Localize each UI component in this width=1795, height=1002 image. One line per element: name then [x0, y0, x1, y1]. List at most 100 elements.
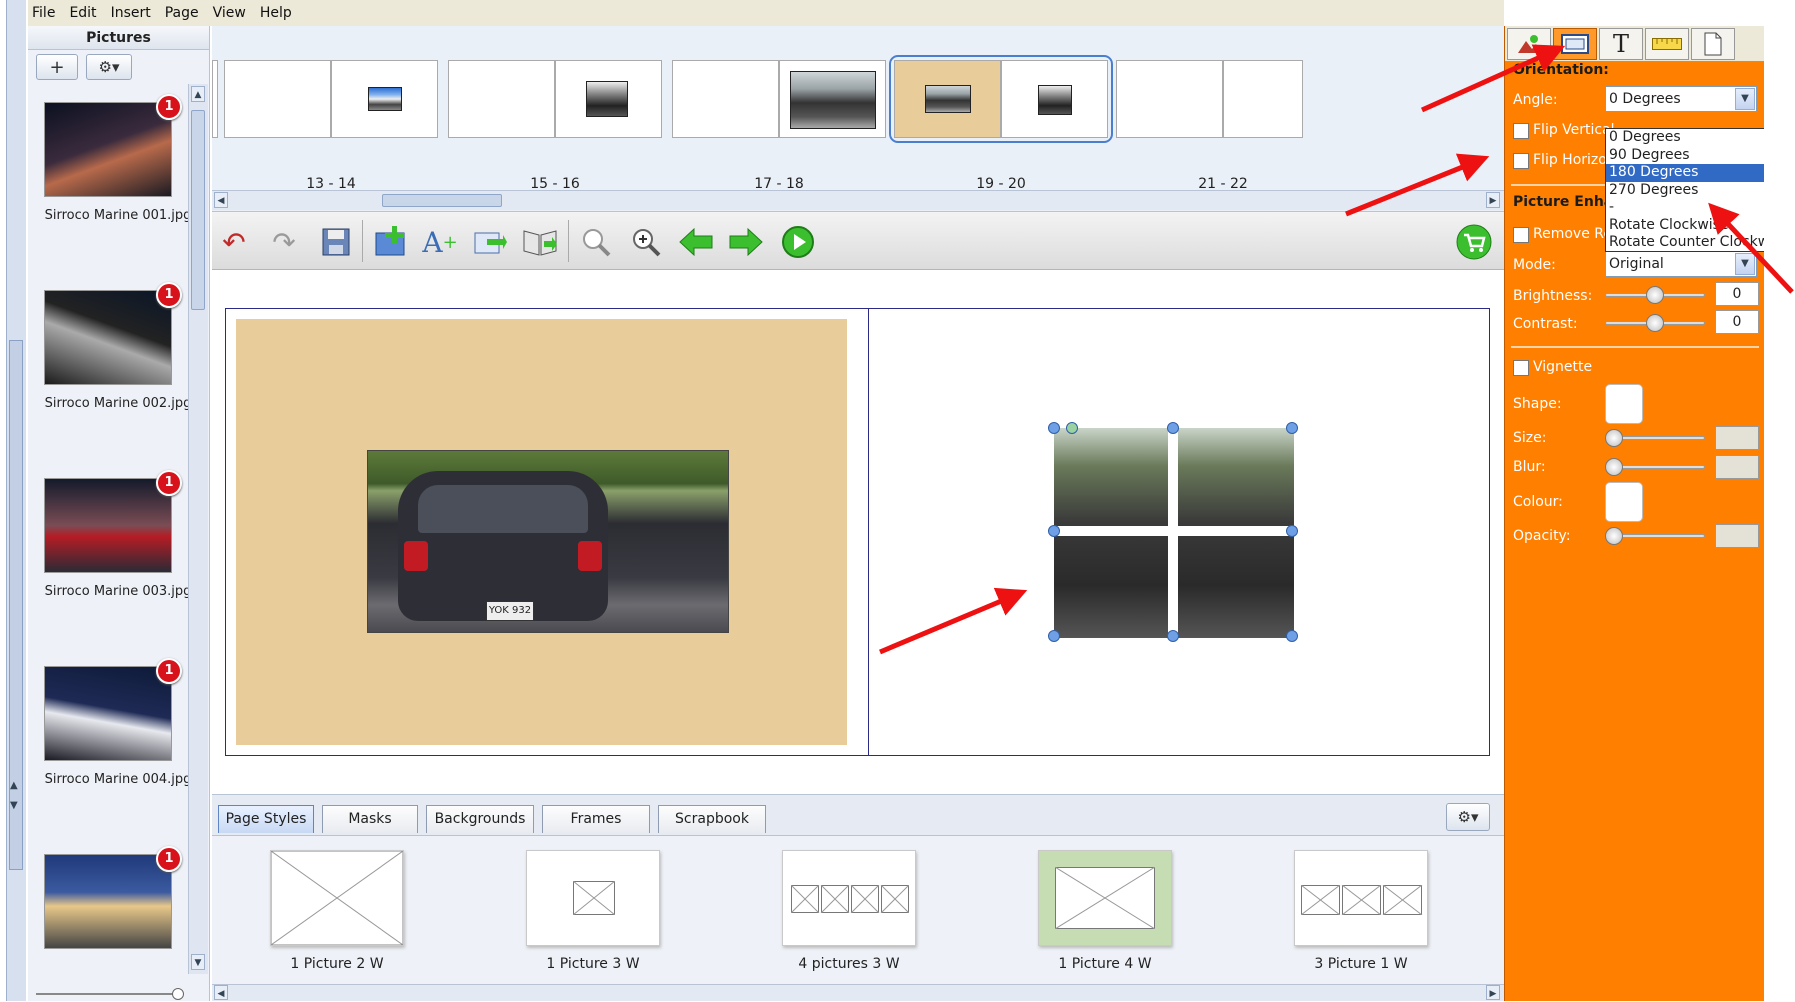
shape-swatch[interactable] [1605, 384, 1643, 424]
chevron-down-icon[interactable]: ▼ [1735, 253, 1755, 275]
strip-scrollbar-thumb[interactable] [382, 194, 502, 207]
next-page-icon[interactable] [726, 222, 766, 262]
picture-thumbnail[interactable] [44, 102, 172, 197]
resize-handle[interactable] [1048, 630, 1060, 642]
picture-item[interactable]: 1 Sirroco Marine 003.jpg [28, 460, 188, 648]
flip-vertical-checkbox[interactable] [1513, 123, 1529, 139]
angle-option-0[interactable]: 0 Degrees [1606, 129, 1764, 147]
slider-knob[interactable] [1646, 286, 1664, 304]
menu-help[interactable]: Help [260, 5, 292, 21]
picture-thumbnail[interactable] [44, 854, 172, 949]
mode-select[interactable]: Original ▼ [1605, 251, 1757, 277]
zoom-out-icon[interactable] [576, 222, 616, 262]
pictures-scrollbar[interactable]: ▲ ▼ [188, 84, 208, 974]
resize-handle[interactable] [1167, 422, 1179, 434]
pictures-gear-button[interactable]: ⚙▾ [86, 54, 132, 80]
add-picture-button[interactable]: + [36, 54, 78, 80]
picture-thumbnail[interactable] [44, 666, 172, 761]
tab-scrapbook[interactable]: Scrapbook [658, 805, 766, 833]
spread-thumbnail[interactable]: 17 - 18 [672, 60, 886, 192]
menu-edit[interactable]: Edit [69, 5, 96, 21]
redo-icon[interactable]: ↷ [264, 222, 304, 262]
resize-handle[interactable] [1286, 630, 1298, 642]
outer-scrollbar[interactable]: ▲ ▼ [6, 0, 26, 1001]
chevron-down-icon[interactable]: ▼ [1735, 88, 1755, 110]
tab-masks[interactable]: Masks [322, 805, 418, 833]
frame-tab-icon[interactable] [1553, 28, 1597, 60]
picture-tab-icon[interactable] [1507, 28, 1551, 60]
size-slider[interactable] [1605, 428, 1705, 448]
picture-thumbnail[interactable] [44, 290, 172, 385]
rotate-handle[interactable] [1066, 422, 1078, 434]
picture-item[interactable]: 1 Sirroco Marine 001.jpg [28, 84, 188, 272]
picture-thumbnail[interactable] [44, 478, 172, 573]
scroll-left-icon[interactable]: ◀ [214, 985, 228, 1000]
page-style-item[interactable]: 1 Picture 2 W [262, 850, 412, 972]
angle-option-270[interactable]: 270 Degrees [1606, 182, 1764, 200]
vignette-checkbox[interactable] [1513, 360, 1529, 376]
resize-handle[interactable] [1286, 525, 1298, 537]
contrast-slider[interactable] [1605, 313, 1705, 333]
scroll-up-icon[interactable]: ▲ [191, 86, 205, 102]
slider-knob[interactable] [1605, 527, 1623, 545]
tab-frames[interactable]: Frames [542, 805, 650, 833]
page-style-item[interactable]: 3 Picture 1 W [1286, 850, 1436, 972]
blur-slider[interactable] [1605, 457, 1705, 477]
menu-file[interactable]: File [32, 5, 55, 21]
remove-red-eye-checkbox[interactable] [1513, 227, 1529, 243]
styles-gear-button[interactable]: ⚙▾ [1446, 803, 1490, 831]
resize-handle[interactable] [1048, 422, 1060, 434]
pictures-scrollbar-thumb[interactable] [191, 110, 205, 310]
menu-view[interactable]: View [213, 5, 246, 21]
page-style-item[interactable]: 4 pictures 3 W [774, 850, 924, 972]
page-tab-icon[interactable] [1691, 28, 1735, 60]
zoom-in-icon[interactable] [626, 222, 666, 262]
slider-knob[interactable] [1646, 314, 1664, 332]
book-icon[interactable] [520, 222, 560, 262]
undo-icon[interactable]: ↶ [214, 222, 254, 262]
previous-page-icon[interactable] [676, 222, 716, 262]
save-icon[interactable] [316, 222, 356, 262]
colour-swatch[interactable] [1605, 482, 1643, 522]
resize-handle[interactable] [1167, 630, 1179, 642]
tab-page-styles[interactable]: Page Styles [218, 805, 314, 833]
cart-icon[interactable] [1454, 222, 1494, 262]
import-icon[interactable] [470, 222, 510, 262]
menu-page[interactable]: Page [165, 5, 199, 21]
resize-handle[interactable] [1048, 525, 1060, 537]
add-text-icon[interactable]: A + [420, 222, 460, 262]
ruler-tab-icon[interactable] [1645, 28, 1689, 60]
brightness-input[interactable]: 0 [1715, 282, 1759, 306]
slider-knob[interactable] [172, 988, 184, 1000]
play-icon[interactable] [778, 222, 818, 262]
spread-thumbnail[interactable]: 13 - 14 [224, 60, 438, 192]
blur-input[interactable] [1715, 455, 1759, 479]
angle-option-rotate-clockwise[interactable]: Rotate Clockwise [1606, 217, 1764, 235]
page-style-item[interactable]: 1 Picture 4 W [1030, 850, 1180, 972]
scroll-down-icon[interactable]: ▼ [191, 954, 205, 970]
picture-item[interactable]: 1 Sirroco Marine 004.jpg [28, 648, 188, 836]
menu-insert[interactable]: Insert [111, 5, 151, 21]
tab-backgrounds[interactable]: Backgrounds [426, 805, 534, 833]
text-tab-icon[interactable]: T [1599, 28, 1643, 60]
slider-knob[interactable] [1605, 429, 1623, 447]
angle-option-90[interactable]: 90 Degrees [1606, 147, 1764, 165]
thumbnail-size-slider[interactable] [36, 988, 196, 1000]
spread-thumbnail[interactable]: 15 - 16 [448, 60, 662, 192]
brightness-slider[interactable] [1605, 285, 1705, 305]
scroll-left-icon[interactable]: ◀ [214, 192, 228, 208]
angle-select[interactable]: 0 Degrees ▼ [1605, 86, 1757, 112]
scroll-up-arrow[interactable]: ▲ [10, 780, 18, 791]
page-style-item[interactable]: 1 Picture 3 W [518, 850, 668, 972]
scroll-right-icon[interactable]: ▶ [1486, 192, 1500, 208]
strip-scrollbar[interactable]: ◀ ▶ [212, 190, 1504, 210]
opacity-slider[interactable] [1605, 526, 1705, 546]
scroll-down-arrow[interactable]: ▼ [10, 800, 18, 811]
add-picture-icon[interactable] [372, 222, 412, 262]
car-interior-photo-grid[interactable] [1048, 422, 1298, 642]
size-input[interactable] [1715, 426, 1759, 450]
resize-handle[interactable] [1286, 422, 1298, 434]
car-rear-photo[interactable]: YOK 932 [367, 450, 729, 633]
angle-option-rotate-counter-clockwise[interactable]: Rotate Counter Clockwise [1606, 234, 1764, 251]
left-page-background[interactable]: YOK 932 [236, 319, 847, 745]
